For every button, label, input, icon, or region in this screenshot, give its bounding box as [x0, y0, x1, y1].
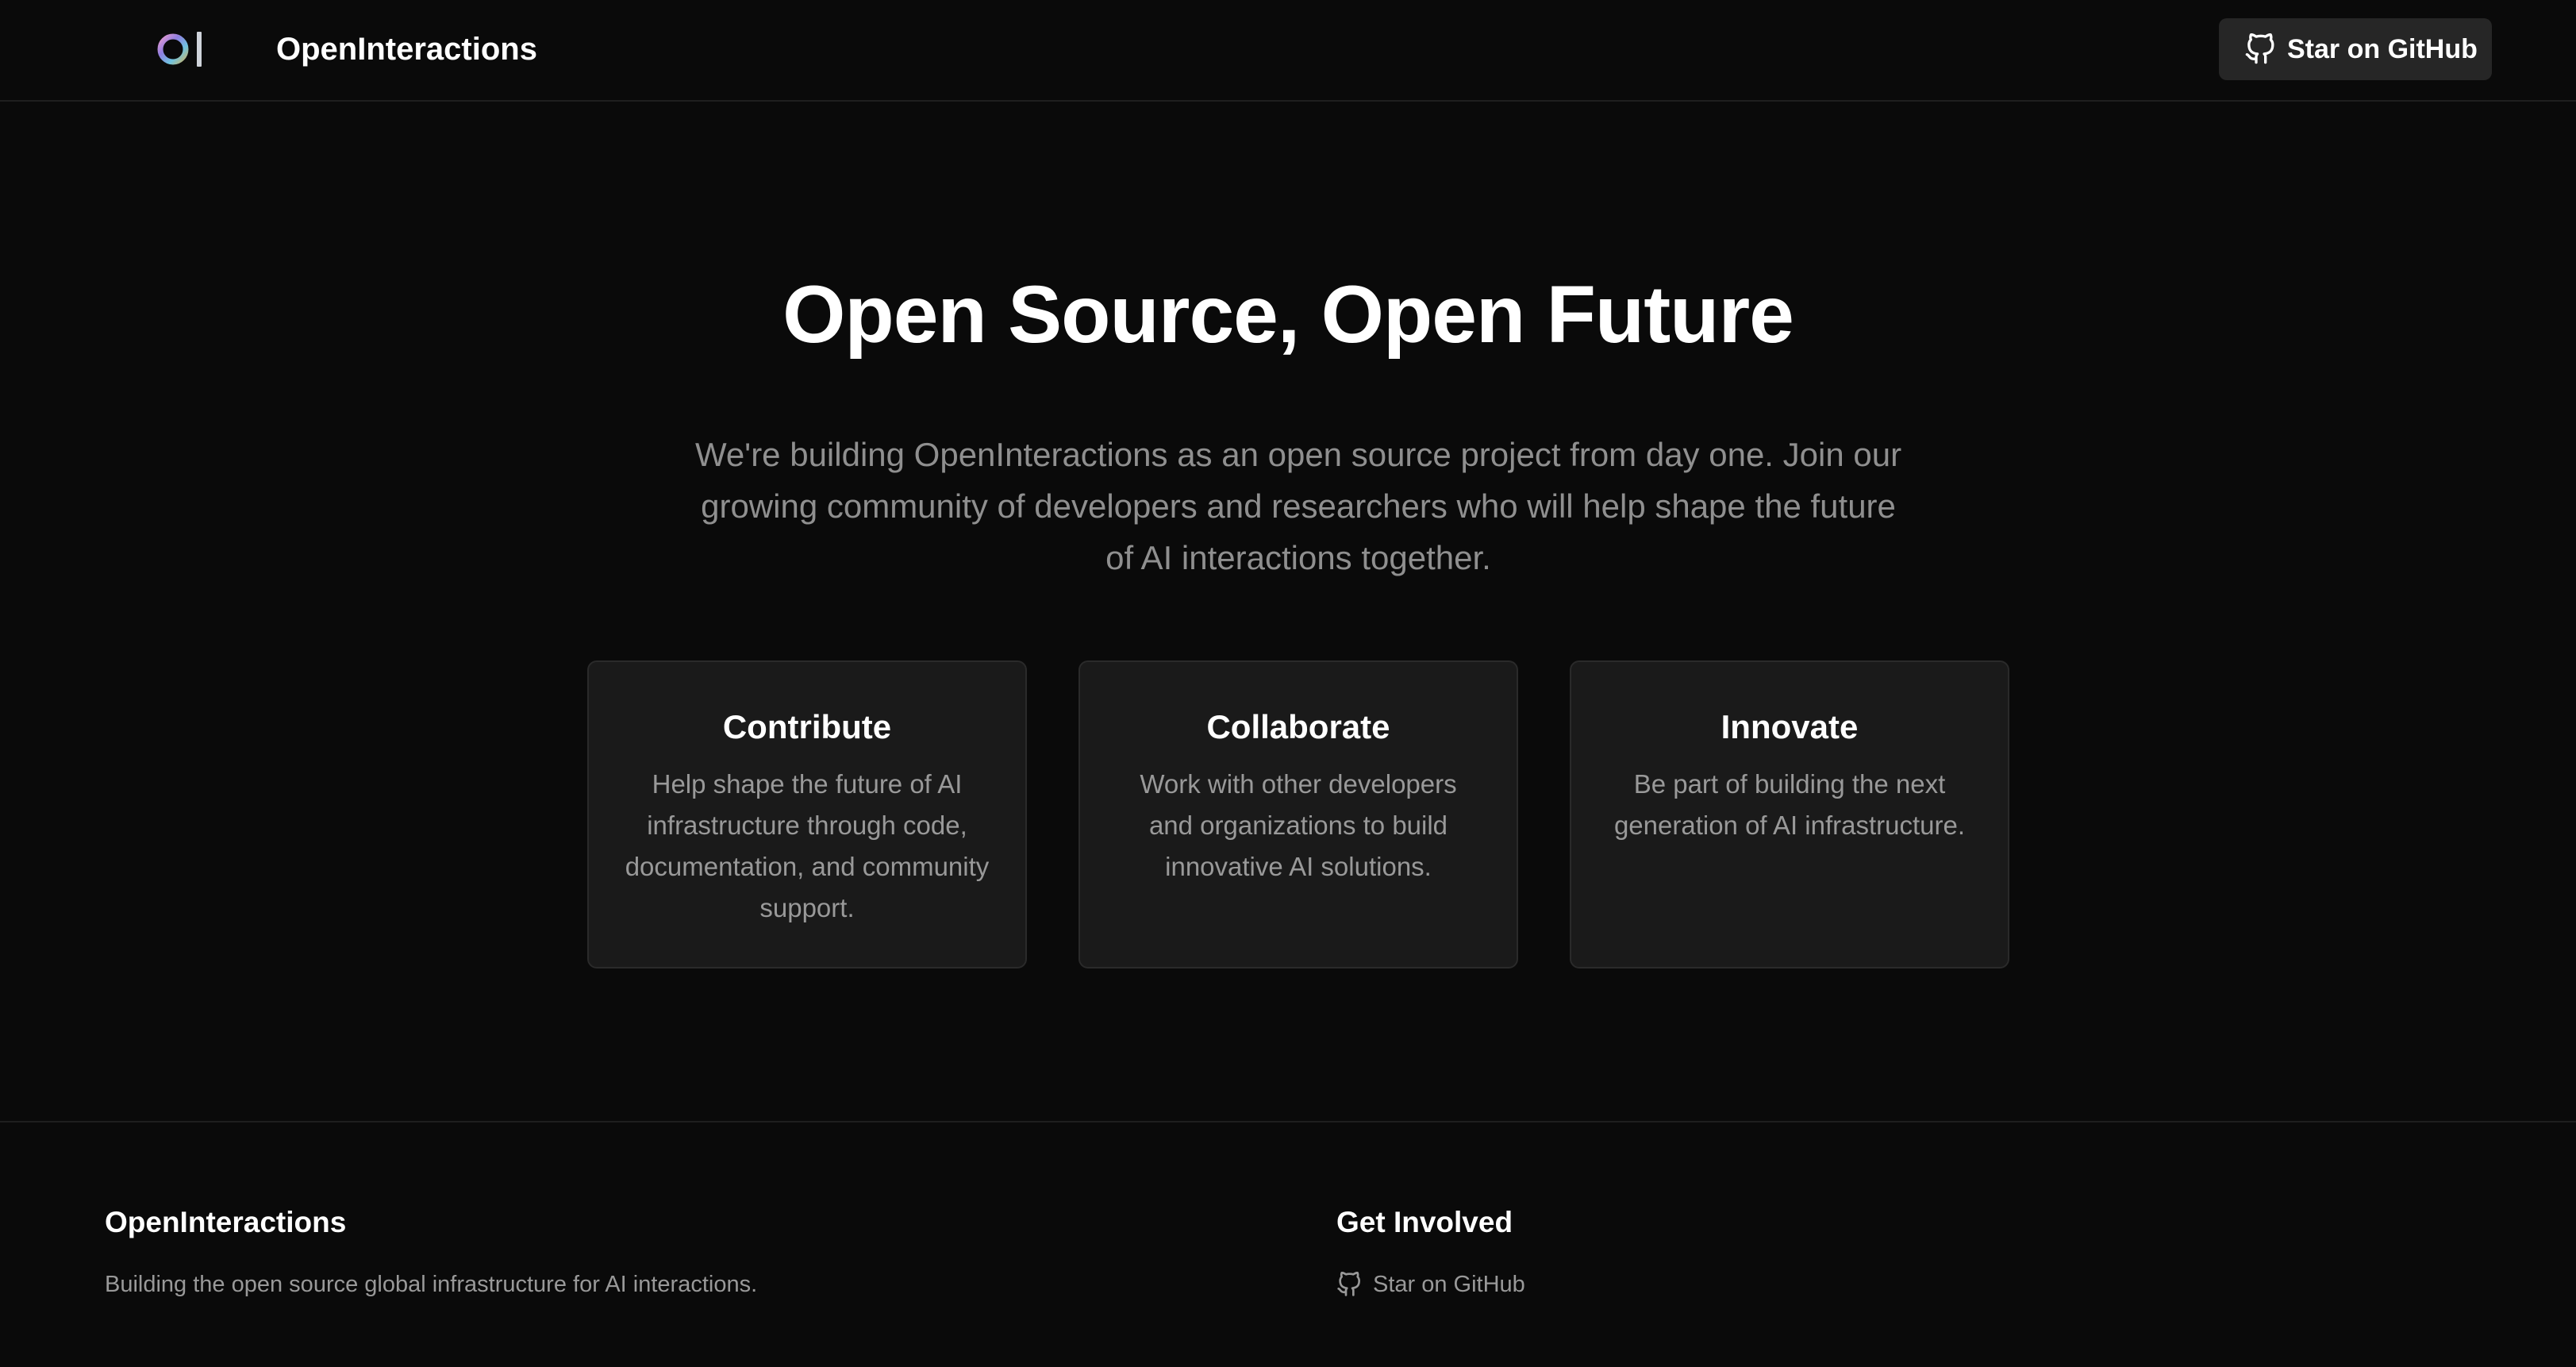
get-involved-heading: Get Involved — [1336, 1206, 1513, 1238]
footer-star-on-github-link[interactable]: Star on GitHub — [1336, 1269, 1525, 1300]
footer-description: Building the open source global infrastr… — [105, 1272, 758, 1297]
brand-name[interactable]: OpenInteractions — [276, 27, 537, 71]
footer-brand: OpenInteractions — [105, 1206, 347, 1238]
card-title: Collaborate — [1206, 708, 1390, 745]
openinteractions-logo-icon[interactable] — [156, 29, 206, 70]
footer-github-link-label: Star on GitHub — [1373, 1272, 1525, 1297]
star-on-github-button[interactable]: Star on GitHub — [2219, 18, 2492, 80]
card-innovate: Innovate Be part of building the next ge… — [1570, 660, 2009, 968]
github-icon — [2244, 33, 2276, 65]
hero-description: We're building OpenInteractions as an op… — [694, 436, 1902, 576]
card-text: Work with other developers and organizat… — [1140, 769, 1457, 881]
github-icon — [1336, 1271, 1362, 1297]
card-title: Contribute — [722, 708, 892, 745]
hero-title: Open Source, Open Future — [782, 269, 1794, 360]
card-text: Be part of building the next generation … — [1613, 769, 1966, 840]
card-text: Help shape the future of AI infrastructu… — [625, 769, 990, 922]
site-header: OpenInteractions Star on GitHub — [0, 0, 2576, 102]
card-title: Innovate — [1721, 708, 1859, 745]
card-contribute: Contribute Help shape the future of AI i… — [587, 660, 1027, 968]
github-button-label: Star on GitHub — [2287, 34, 2478, 64]
site-footer: OpenInteractions Building the open sourc… — [0, 1121, 2576, 1367]
card-collaborate: Collaborate Work with other developers a… — [1078, 660, 1518, 968]
